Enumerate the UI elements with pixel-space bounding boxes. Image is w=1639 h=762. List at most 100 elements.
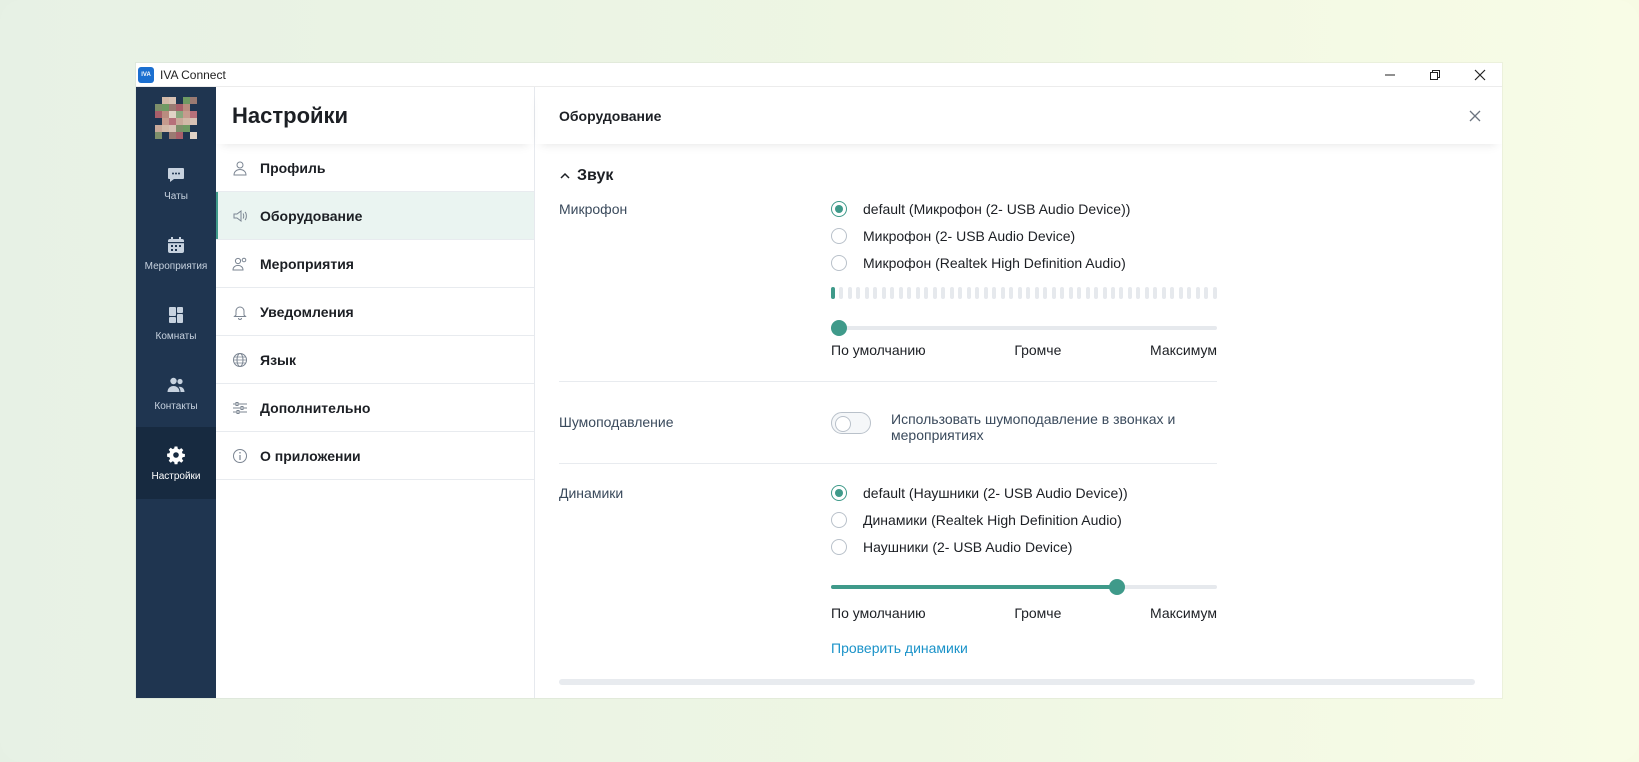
- avatar-pixel: [169, 125, 176, 132]
- avatar-pixel: [155, 118, 162, 125]
- rail-item-events[interactable]: Мероприятия: [136, 217, 216, 289]
- slider-label-default: По умолчанию: [831, 605, 926, 621]
- rail-item-chats[interactable]: Чаты: [136, 147, 216, 219]
- globe-icon: [233, 352, 247, 367]
- avatar-pixel: [190, 97, 197, 104]
- speaker-volume-slider[interactable]: [831, 579, 1217, 595]
- slider-thumb[interactable]: [1108, 579, 1125, 595]
- level-segment: [907, 287, 912, 299]
- speakers-label: Динамики: [559, 485, 624, 501]
- user-icon: [233, 161, 247, 175]
- radio-button[interactable]: [831, 201, 847, 217]
- divider: [559, 381, 1217, 382]
- avatar-pixel: [162, 97, 169, 104]
- restore-button[interactable]: [1412, 63, 1457, 87]
- level-segment: [1161, 287, 1166, 299]
- level-segment: [856, 287, 861, 299]
- level-segment: [1068, 287, 1073, 299]
- info-icon: [233, 448, 247, 463]
- horizontal-scrollbar[interactable]: [559, 679, 1475, 685]
- test-speakers-link[interactable]: Проверить динамики: [831, 640, 968, 656]
- avatar-pixel: [176, 111, 183, 118]
- avatar-pixel: [162, 111, 169, 118]
- settings-item-advanced[interactable]: Дополнительно: [216, 384, 534, 432]
- speaker-option-3[interactable]: Наушники (2- USB Audio Device): [831, 539, 1072, 555]
- level-segment: [1000, 287, 1005, 299]
- minimize-button[interactable]: [1367, 63, 1412, 87]
- app-window: IVA IVA Connect Чаты Мероприятия Комнаты…: [136, 63, 1502, 698]
- settings-item-notifications[interactable]: Уведомления: [216, 288, 534, 336]
- settings-item-label: О приложении: [260, 447, 361, 464]
- sound-section-toggle[interactable]: Звук: [559, 167, 613, 185]
- settings-item-profile[interactable]: Профиль: [216, 144, 534, 192]
- slider-fill: [831, 585, 1117, 589]
- speaker-option-2[interactable]: Динамики (Realtek High Definition Audio): [831, 512, 1122, 528]
- level-segment: [1204, 287, 1209, 299]
- settings-item-language[interactable]: Язык: [216, 336, 534, 384]
- level-segment: [966, 287, 971, 299]
- level-segment: [1110, 287, 1115, 299]
- settings-item-events[interactable]: Мероприятия: [216, 240, 534, 288]
- avatar-pixel: [183, 132, 190, 139]
- radio-button[interactable]: [831, 255, 847, 271]
- contacts-icon: [167, 377, 185, 392]
- slider-label-max: Максимум: [1150, 342, 1217, 358]
- avatar[interactable]: [155, 97, 197, 139]
- settings-item-label: Дополнительно: [260, 399, 371, 416]
- rail-item-label: Чаты: [164, 190, 188, 202]
- avatar-pixel: [176, 132, 183, 139]
- level-segment: [975, 287, 980, 299]
- settings-item-equipment[interactable]: Оборудование: [216, 192, 534, 240]
- speaker-option-label: Наушники (2- USB Audio Device): [863, 539, 1073, 555]
- avatar-pixel: [155, 125, 162, 132]
- gear-icon: [167, 446, 185, 464]
- level-segment: [890, 287, 895, 299]
- calendar-icon: [168, 236, 184, 253]
- section-title: Звук: [577, 167, 614, 184]
- mic-option-2[interactable]: Микрофон (2- USB Audio Device): [831, 228, 1075, 244]
- level-segment: [1017, 287, 1022, 299]
- noise-suppression-toggle[interactable]: [831, 412, 871, 434]
- mic-option-label: Микрофон (2- USB Audio Device): [863, 228, 1076, 244]
- radio-button[interactable]: [831, 539, 847, 555]
- avatar-pixel: [176, 118, 183, 125]
- avatar-pixel: [155, 111, 162, 118]
- radio-button[interactable]: [831, 512, 847, 528]
- radio-button[interactable]: [831, 228, 847, 244]
- mic-level-meter: [831, 287, 1217, 299]
- chevron-up-icon: [560, 172, 570, 179]
- mic-option-3[interactable]: Микрофон (Realtek High Definition Audio): [831, 255, 1126, 271]
- rail-item-contacts[interactable]: Контакты: [136, 357, 216, 429]
- radio-button[interactable]: [831, 485, 847, 501]
- panel-close-icon[interactable]: [1468, 109, 1482, 123]
- level-segment: [898, 287, 903, 299]
- slider-thumb[interactable]: [831, 320, 847, 336]
- speaker-icon: [233, 209, 247, 222]
- avatar-pixel: [183, 104, 190, 111]
- level-segment: [941, 287, 946, 299]
- settings-item-label: Язык: [260, 351, 296, 368]
- settings-item-about[interactable]: О приложении: [216, 432, 534, 480]
- level-segment: [1127, 287, 1132, 299]
- avatar-pixel: [155, 132, 162, 139]
- equipment-panel: Оборудование Звук Микрофон default (Микр…: [535, 87, 1502, 698]
- level-segment: [924, 287, 929, 299]
- mic-option-1[interactable]: default (Микрофон (2- USB Audio Device)): [831, 201, 1130, 217]
- level-segment: [1009, 287, 1014, 299]
- microphone-label: Микрофон: [559, 201, 628, 217]
- close-window-button[interactable]: [1457, 63, 1502, 87]
- avatar-pixel: [190, 111, 197, 118]
- avatar-pixel: [190, 118, 197, 125]
- level-segment: [1195, 287, 1200, 299]
- rail-item-settings[interactable]: Настройки: [136, 427, 216, 499]
- rail-item-rooms[interactable]: Комнаты: [136, 287, 216, 359]
- avatar-pixel: [176, 97, 183, 104]
- bell-icon: [233, 306, 247, 320]
- level-segment: [831, 287, 835, 299]
- speaker-option-1[interactable]: default (Наушники (2- USB Audio Device)): [831, 485, 1128, 501]
- rail-item-label: Комнаты: [155, 330, 197, 342]
- mic-volume-slider[interactable]: [831, 320, 1217, 336]
- window-controls: [1367, 63, 1502, 87]
- avatar-pixel: [183, 97, 190, 104]
- level-segment: [847, 287, 852, 299]
